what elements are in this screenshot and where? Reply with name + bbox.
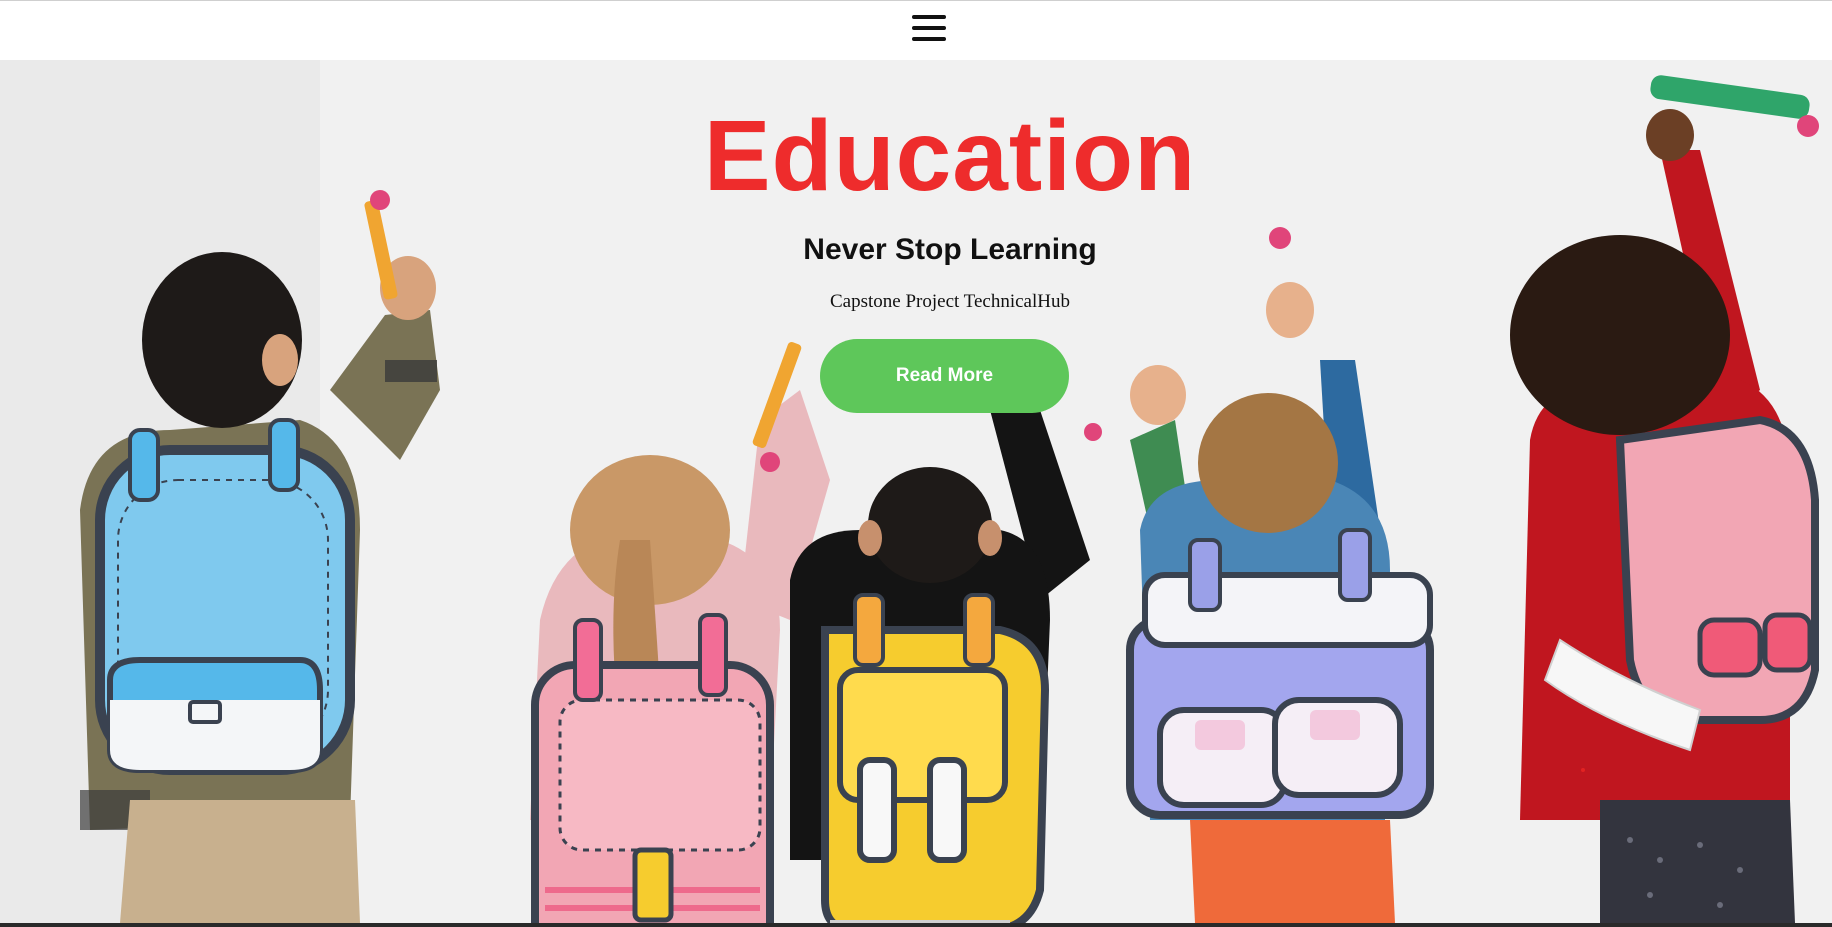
hero-title: Education xyxy=(703,100,1197,212)
hero-section: Education Never Stop Learning Capstone P… xyxy=(0,60,1832,923)
page-bottom-border xyxy=(0,923,1832,927)
hero-caption: Capstone Project TechnicalHub xyxy=(830,291,1070,312)
hero-subtitle: Never Stop Learning xyxy=(803,233,1097,266)
hamburger-menu-icon[interactable] xyxy=(912,13,946,45)
decorative-dot xyxy=(1581,768,1585,772)
read-more-button[interactable]: Read More xyxy=(820,339,1069,413)
top-navbar xyxy=(0,0,1832,60)
